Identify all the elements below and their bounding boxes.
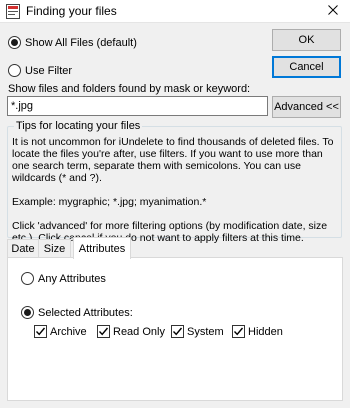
attributes-panel: Any Attributes Selected Attributes: Arch…: [7, 257, 343, 401]
tab-date-label: Date: [11, 243, 35, 255]
show-all-files-radio[interactable]: [8, 36, 21, 49]
window-title: Finding your files: [26, 4, 117, 18]
read-only-checkbox-row[interactable]: Read Only: [97, 325, 165, 338]
tab-attributes[interactable]: Attributes: [73, 237, 131, 259]
use-filter-option[interactable]: Use Filter: [8, 64, 72, 77]
hidden-checkbox[interactable]: [232, 325, 245, 338]
any-attributes-option[interactable]: Any Attributes: [21, 272, 106, 285]
tips-group: Tips for locating your files It is not u…: [7, 120, 342, 244]
use-filter-radio[interactable]: [8, 64, 21, 77]
filter-tabs: Date Size Attributes: [7, 237, 343, 259]
app-icon: [6, 4, 20, 19]
tab-size-label: Size: [43, 243, 66, 255]
check-icon: [233, 327, 244, 336]
check-icon: [98, 327, 109, 336]
read-only-checkbox[interactable]: [97, 325, 110, 338]
advanced-button[interactable]: Advanced <<: [272, 96, 341, 118]
any-attributes-radio[interactable]: [21, 272, 34, 285]
mask-label: Show files and folders found by mask or …: [8, 83, 251, 95]
archive-checkbox[interactable]: [34, 325, 47, 338]
archive-checkbox-row[interactable]: Archive: [34, 325, 87, 338]
tips-example: Example: mygraphic; *.jpg; myanimation.*: [12, 196, 207, 208]
any-attributes-label: Any Attributes: [38, 272, 106, 285]
tab-date[interactable]: Date: [7, 239, 39, 258]
tips-title: Tips for locating your files: [14, 120, 143, 132]
archive-label: Archive: [50, 325, 87, 338]
read-only-label: Read Only: [113, 325, 165, 338]
check-icon: [172, 327, 183, 336]
system-label: System: [187, 325, 224, 338]
mask-input[interactable]: [7, 96, 268, 116]
cancel-button[interactable]: Cancel: [272, 56, 341, 78]
selected-attributes-option[interactable]: Selected Attributes:: [21, 306, 133, 319]
use-filter-label: Use Filter: [25, 64, 73, 77]
close-icon: [328, 5, 338, 18]
system-checkbox[interactable]: [171, 325, 184, 338]
check-icon: [35, 327, 46, 336]
show-all-files-label: Show All Files (default): [25, 36, 137, 49]
hidden-checkbox-row[interactable]: Hidden: [232, 325, 283, 338]
tab-attributes-label: Attributes: [78, 242, 126, 255]
tab-size[interactable]: Size: [38, 239, 71, 258]
system-checkbox-row[interactable]: System: [171, 325, 224, 338]
ok-button[interactable]: OK: [272, 29, 341, 51]
tips-paragraph: It is not uncommon for iUndelete to find…: [12, 136, 334, 184]
selected-attributes-label: Selected Attributes:: [38, 306, 133, 319]
selected-attributes-radio[interactable]: [21, 306, 34, 319]
title-bar: Finding your files: [0, 0, 350, 23]
close-button[interactable]: [316, 0, 350, 23]
hidden-label: Hidden: [248, 325, 283, 338]
show-all-files-option[interactable]: Show All Files (default): [8, 36, 137, 49]
